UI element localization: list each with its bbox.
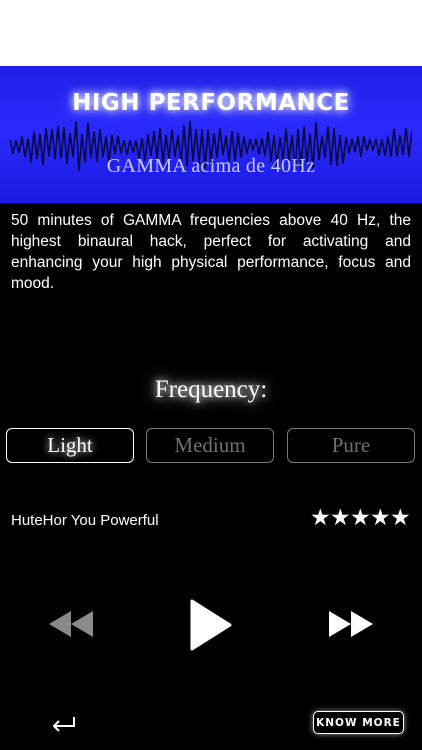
banner-title: HIGH PERFORMANCE bbox=[72, 90, 350, 116]
track-title: HuteHor You Powerful bbox=[11, 512, 159, 529]
play-icon bbox=[190, 599, 232, 651]
description-text: 50 minutes of GAMMA frequencies above 40… bbox=[11, 212, 411, 292]
fast-forward-icon bbox=[329, 611, 373, 637]
banner-subtitle: GAMMA acima de 40Hz bbox=[106, 155, 316, 177]
rewind-button[interactable] bbox=[46, 606, 96, 642]
play-button[interactable] bbox=[184, 596, 236, 654]
frequency-option-pure[interactable]: Pure bbox=[287, 428, 415, 463]
know-more-button[interactable]: KNOW MORE bbox=[313, 711, 404, 734]
frequency-option-light[interactable]: Light bbox=[6, 428, 134, 463]
star-icon[interactable]: ★ bbox=[390, 505, 411, 529]
back-button[interactable] bbox=[48, 711, 80, 737]
header-banner: HIGH PERFORMANCE GAMMA acima de 40Hz bbox=[0, 66, 422, 203]
frequency-option-medium[interactable]: Medium bbox=[146, 428, 274, 463]
fast-forward-button[interactable] bbox=[326, 606, 376, 642]
status-bar-area bbox=[0, 0, 422, 66]
rewind-icon bbox=[49, 611, 93, 637]
frequency-heading: Frequency: bbox=[154, 376, 268, 403]
return-arrow-icon bbox=[52, 717, 75, 732]
star-icon[interactable]: ★ bbox=[350, 505, 371, 529]
star-icon[interactable]: ★ bbox=[330, 505, 351, 529]
star-icon[interactable]: ★ bbox=[370, 505, 391, 529]
star-icon[interactable]: ★ bbox=[310, 505, 331, 529]
star-rating[interactable]: ★ ★ ★ ★ ★ bbox=[310, 505, 411, 529]
